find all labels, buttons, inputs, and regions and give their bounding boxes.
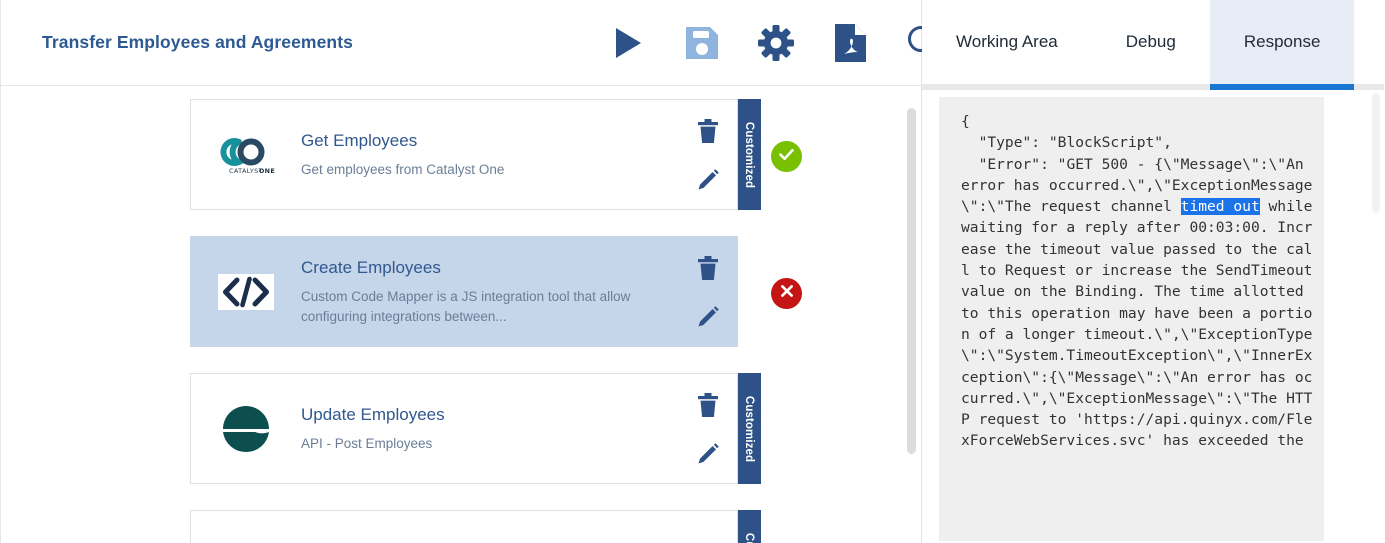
export-pdf-button[interactable]: [828, 20, 872, 66]
code-brackets-icon: [191, 236, 301, 347]
catalystone-logo: CATALYST ONE: [191, 99, 301, 210]
canvas-scrollbar-thumb[interactable]: [907, 108, 916, 454]
settings-button[interactable]: [754, 20, 798, 66]
customized-badge: Customized: [738, 373, 761, 484]
edit-button[interactable]: [696, 442, 720, 466]
flow-step-text: Create Employees Custom Code Mapper is a…: [301, 257, 679, 326]
flow-step-text: Get Employees Get employees from Catalys…: [301, 130, 679, 180]
trash-icon: [696, 392, 720, 421]
close-icon: [778, 282, 796, 305]
flow-step-row: Customized: [1, 497, 901, 543]
flow-step-title: Create Employees: [301, 257, 441, 277]
tab-label: Response: [1243, 32, 1321, 51]
pencil-icon: [696, 305, 720, 332]
flow-editor-pane: Transfer Employees and Agreements CATALY…: [0, 0, 941, 543]
save-button[interactable]: [680, 20, 724, 66]
response-json-text[interactable]: { "Type": "BlockScript", "Error": "GET 5…: [939, 97, 1324, 541]
customized-badge: Customized: [738, 510, 761, 543]
delete-button[interactable]: [696, 392, 720, 418]
flow-step-title: Get Employees: [301, 130, 418, 150]
tab-debug[interactable]: Debug: [1091, 0, 1210, 84]
delete-button[interactable]: [696, 118, 720, 144]
pencil-icon: [696, 168, 720, 195]
tab-working-area[interactable]: Working Area: [922, 0, 1092, 84]
run-button[interactable]: [606, 20, 650, 66]
save-icon: [683, 24, 721, 62]
delete-button[interactable]: [696, 255, 720, 281]
flow-step-card[interactable]: Update Employees API - Post Employees: [190, 373, 738, 484]
inspector-pane: Working Area Debug Response { "Type": "B…: [922, 0, 1384, 543]
flow-step-description: Get employees from Catalyst One: [301, 161, 505, 177]
response-body: { "Type": "BlockScript", "Error": "GET 5…: [922, 85, 1384, 543]
flow-step-actions: [679, 255, 737, 329]
tab-label: Working Area: [956, 32, 1058, 51]
flow-canvas[interactable]: CATALYST ONE Get Employees Get employees…: [0, 86, 921, 543]
flow-step-description: Custom Code Mapper is a JS integration t…: [301, 289, 631, 324]
flow-header: Transfer Employees and Agreements: [0, 0, 941, 86]
flow-step-card[interactable]: CATALYST ONE Get Employees Get employees…: [190, 99, 738, 210]
tab-response[interactable]: Response: [1209, 0, 1355, 90]
flow-step-list: CATALYST ONE Get Employees Get employees…: [1, 86, 901, 543]
response-scrollbar[interactable]: [1372, 85, 1380, 543]
flow-step-row: Create Employees Custom Code Mapper is a…: [1, 223, 901, 360]
gear-icon: [757, 24, 795, 62]
edit-button[interactable]: [696, 305, 720, 329]
flow-step-actions: [679, 392, 737, 466]
play-icon: [613, 26, 643, 60]
flow-step-actions: [679, 118, 737, 192]
status-badge: [771, 278, 802, 309]
edit-button[interactable]: [696, 168, 720, 192]
response-highlight: timed out: [1180, 198, 1260, 216]
flow-step-description: API - Post Employees: [301, 435, 433, 451]
trash-icon: [696, 118, 720, 147]
flow-step-row: Update Employees API - Post Employees Cu…: [1, 360, 901, 497]
toolbar: [606, 0, 946, 86]
app-root: Transfer Employees and Agreements CATALY…: [0, 0, 1385, 543]
status-badge: [771, 141, 802, 172]
pdf-icon: [833, 23, 867, 63]
pencil-icon: [696, 442, 720, 469]
tab-label: Debug: [1125, 32, 1176, 51]
response-text-after: while waiting for a reply after 00:03:00…: [961, 198, 1322, 450]
inspector-tabs: Working Area Debug Response: [922, 0, 1384, 90]
customized-badge: Customized: [738, 99, 761, 210]
svg-text:ONE: ONE: [259, 167, 275, 175]
flow-step-card[interactable]: [190, 510, 738, 543]
flow-step-text: Update Employees API - Post Employees: [301, 404, 679, 454]
flow-step-card[interactable]: Create Employees Custom Code Mapper is a…: [190, 236, 738, 347]
quinyx-logo: [191, 373, 301, 484]
canvas-scrollbar[interactable]: [907, 86, 916, 543]
check-icon: [777, 145, 796, 169]
flow-step-title: Update Employees: [301, 404, 445, 424]
page-title: Transfer Employees and Agreements: [42, 32, 353, 52]
flow-step-row: CATALYST ONE Get Employees Get employees…: [1, 86, 901, 223]
trash-icon: [696, 255, 720, 284]
response-scrollbar-thumb[interactable]: [1372, 93, 1380, 213]
